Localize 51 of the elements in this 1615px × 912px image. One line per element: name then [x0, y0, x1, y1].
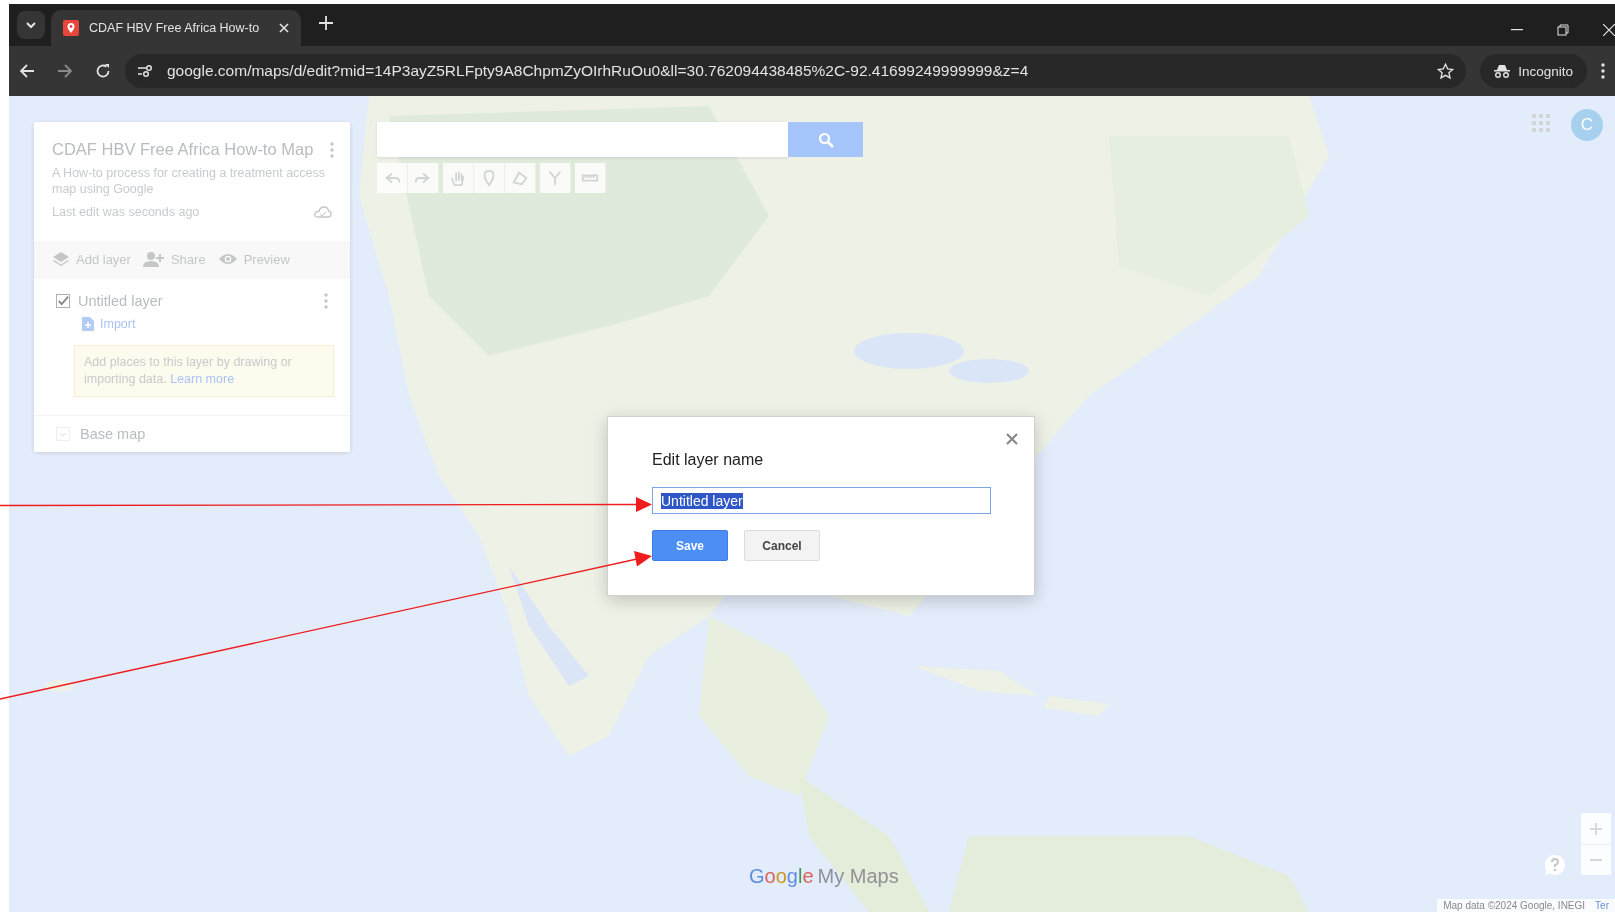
bookmark-star-icon[interactable]	[1437, 62, 1455, 80]
incognito-badge[interactable]: Incognito	[1480, 54, 1587, 88]
site-settings-icon[interactable]	[137, 64, 153, 78]
tab-title: CDAF HBV Free Africa How-to	[89, 21, 261, 35]
profile-label: Incognito	[1518, 63, 1573, 79]
incognito-icon	[1494, 64, 1511, 78]
eye-icon	[217, 252, 238, 266]
cloud-icon	[314, 206, 332, 218]
map-title[interactable]: CDAF HBV Free Africa How-to Map	[52, 140, 332, 159]
my-maps-logo: Google My Maps	[749, 865, 899, 888]
close-icon[interactable]	[1603, 24, 1615, 36]
help-icon[interactable]	[1545, 855, 1565, 877]
map-pin-icon	[63, 20, 79, 36]
minus-icon	[1590, 859, 1602, 861]
search-field[interactable]	[377, 122, 788, 157]
save-button[interactable]: Save	[652, 530, 728, 561]
base-map-label[interactable]: Base map	[80, 426, 146, 442]
layer-name[interactable]: Untitled layer	[78, 293, 163, 309]
add-person-icon	[142, 251, 165, 267]
apps-grid-icon[interactable]	[1532, 114, 1550, 132]
forward-icon[interactable]	[57, 63, 73, 79]
url-text: google.com/maps/d/edit?mid=14P3ayZ5RLFpty9A8ChpmZyOIrhRuOu0&ll=30.762094438485%2C-92.41699249999999&z=4	[167, 62, 1030, 80]
new-tab-icon[interactable]	[319, 16, 333, 30]
close-icon	[1006, 433, 1018, 445]
route-icon	[546, 169, 564, 187]
search-icon	[817, 131, 834, 148]
layer-checkbox[interactable]	[56, 294, 70, 308]
hand-icon	[449, 169, 467, 187]
dialog-title: Edit layer name	[652, 451, 765, 469]
address-bar[interactable]: google.com/maps/d/edit?mid=14P3ayZ5RLFpty9A8ChpmZyOIrhRuOu0&ll=30.762094438485%2C-92.41699249999999&z=4	[125, 54, 1467, 88]
terms-link[interactable]: Ter	[1595, 900, 1609, 911]
back-icon[interactable]	[19, 63, 35, 79]
expand-icon[interactable]	[56, 427, 70, 441]
tab-search-button[interactable]	[17, 11, 45, 39]
plus-icon	[1590, 822, 1602, 835]
minimize-icon[interactable]	[1511, 29, 1523, 31]
file-icon	[82, 317, 94, 331]
search-button[interactable]	[788, 122, 863, 157]
layer-name-field[interactable]: Untitled layer	[652, 487, 991, 514]
cancel-button[interactable]: Cancel	[744, 530, 820, 561]
learn-more-link[interactable]: Learn more	[170, 372, 235, 386]
polyline-icon	[511, 169, 529, 187]
restore-icon[interactable]	[1557, 24, 1569, 36]
reload-icon[interactable]	[95, 63, 111, 79]
import-link[interactable]: Import	[82, 317, 136, 331]
close-icon[interactable]	[279, 23, 289, 33]
more-icon[interactable]	[1601, 63, 1605, 79]
layers-icon	[52, 251, 70, 267]
chevron-down-icon	[25, 21, 37, 29]
map-attribution: Map data ©2024 Google, INEGI	[1443, 900, 1586, 911]
browser-tab[interactable]: CDAF HBV Free Africa How-to	[51, 10, 301, 46]
